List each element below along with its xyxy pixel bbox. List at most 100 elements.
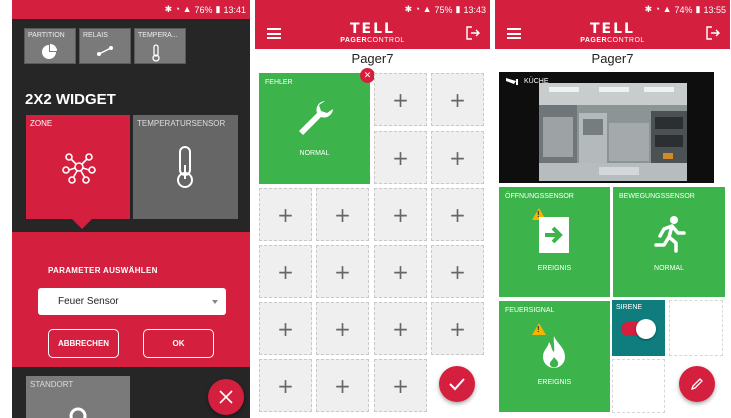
empty-slot[interactable]: +: [316, 245, 369, 298]
empty-slot[interactable]: +: [259, 245, 312, 298]
phone-pager-edit: ✱ ◔ ▲ 75% ▮ 13:43 TELL PAGERCONTROL Page…: [255, 0, 490, 418]
status-icons: ✱ ◔ ▲: [164, 4, 192, 14]
empty-slot[interactable]: +: [374, 245, 427, 298]
wrench-icon: [299, 101, 333, 135]
battery-icon: ▮: [455, 4, 461, 14]
status-icons: ✱ ◔ ▲: [644, 4, 672, 14]
camera-feed-image: [539, 83, 687, 181]
empty-slot: [669, 300, 723, 356]
remove-widget-button[interactable]: ✕: [360, 68, 375, 83]
widget-option-partition[interactable]: PARTITION: [24, 28, 76, 64]
tile-label: TEMPERATURSENSOR: [137, 119, 226, 128]
logo-sub: PAGERCONTROL: [340, 36, 405, 45]
empty-slot[interactable]: +: [374, 188, 427, 241]
phone-widget-config: ✱ ◔ ▲ 76% ▮ 13:41 PARTITION RELAIS TEMPE…: [12, 0, 250, 418]
empty-slot[interactable]: +: [431, 131, 484, 184]
warning-icon: !: [532, 323, 546, 335]
widget-option-standort[interactable]: STANDORT: [26, 376, 130, 418]
location-pin-icon: [69, 407, 87, 418]
empty-slot[interactable]: +: [431, 302, 484, 355]
tile-status: EREIGNIS: [537, 265, 572, 272]
camera-tile-kueche[interactable]: KÜCHE: [499, 72, 714, 183]
widget-option-zone[interactable]: ZONE: [26, 115, 130, 219]
empty-slot[interactable]: +: [316, 302, 369, 355]
status-bar: ✱ ◔ ▲ 74% ▮ 13:55: [495, 0, 730, 19]
widget-option-label: TEMPERA...: [138, 32, 178, 39]
sensor-tile-bewegungssensor[interactable]: BEWEGUNGSSENSOR NORMAL: [613, 187, 725, 297]
menu-icon[interactable]: [507, 28, 521, 39]
battery-icon: ▮: [695, 4, 701, 14]
empty-slot[interactable]: +: [259, 359, 312, 412]
empty-slot[interactable]: +: [374, 302, 427, 355]
tile-label: BEWEGUNGSSENSOR: [619, 193, 695, 200]
logout-icon[interactable]: [466, 26, 480, 40]
edit-button[interactable]: [679, 366, 715, 402]
logo-sub-bold: PAGER: [580, 37, 608, 44]
zone-tile-fehler[interactable]: FEHLER NORMAL: [259, 73, 370, 184]
thermometer-icon: [177, 146, 193, 188]
plus-icon: +: [392, 145, 409, 170]
edit-icon: [690, 378, 703, 391]
tell-logo: TELL PAGERCONTROL: [580, 22, 645, 45]
plus-icon: +: [334, 373, 351, 398]
plus-icon: +: [392, 202, 409, 227]
app-bar: TELL PAGERCONTROL: [495, 19, 730, 49]
status-icons: ✱ ◔ ▲: [404, 4, 432, 14]
parameter-select[interactable]: Feuer Sensor: [38, 288, 226, 315]
sirene-tile[interactable]: SIRENE: [612, 300, 665, 356]
dialog-title: PARAMETER AUSWÄHLEN: [48, 266, 158, 275]
logo-sub: PAGERCONTROL: [580, 36, 645, 45]
empty-slot[interactable]: +: [431, 188, 484, 241]
relay-icon: [97, 46, 113, 56]
tile-status: NORMAL: [654, 265, 684, 272]
ok-button[interactable]: OK: [143, 329, 214, 358]
plus-icon: +: [277, 202, 294, 227]
empty-slot[interactable]: +: [374, 359, 427, 412]
close-button[interactable]: [208, 379, 244, 415]
plus-icon: +: [392, 373, 409, 398]
plus-icon: +: [334, 259, 351, 284]
tile-label: ZONE: [30, 119, 53, 128]
empty-slot[interactable]: +: [316, 188, 369, 241]
sensor-tile-feuersignal[interactable]: FEUERSIGNAL ! EREIGNIS: [499, 301, 610, 412]
dialog-pointer: [72, 219, 92, 229]
clock: 13:43: [463, 4, 486, 15]
empty-slot[interactable]: +: [259, 302, 312, 355]
logout-icon[interactable]: [706, 26, 720, 40]
widget-option-temperatur[interactable]: TEMPERA...: [134, 28, 186, 64]
battery-level: 75%: [434, 4, 453, 15]
sensor-tile-oeffnungssensor[interactable]: ÖFFNUNGSSENSOR ! EREIGNIS: [499, 187, 610, 297]
plus-icon: +: [449, 259, 466, 284]
empty-slot[interactable]: +: [259, 188, 312, 241]
camera-icon: [506, 78, 518, 85]
chevron-down-icon: [212, 300, 218, 304]
logo-sub-rest: CONTROL: [607, 37, 645, 44]
widget-option-relais[interactable]: RELAIS: [79, 28, 131, 64]
page-title: Pager7: [351, 51, 394, 66]
tile-label: FEHLER: [265, 79, 293, 86]
thermometer-icon: [152, 44, 160, 62]
pie-chart-icon: [42, 44, 57, 59]
plus-icon: +: [449, 87, 466, 112]
plus-icon: +: [277, 316, 294, 341]
sirene-toggle[interactable]: [621, 319, 656, 339]
parameter-dialog: PARAMETER AUSWÄHLEN Feuer Sensor ABBRECH…: [12, 232, 250, 367]
check-icon: [449, 378, 465, 391]
cancel-button[interactable]: ABBRECHEN: [48, 329, 119, 358]
tile-status: NORMAL: [299, 150, 330, 157]
empty-slot[interactable]: +: [316, 359, 369, 412]
empty-slot[interactable]: +: [431, 73, 484, 126]
confirm-button[interactable]: [439, 366, 475, 402]
battery-icon: ▮: [215, 4, 221, 14]
close-icon: ✕: [363, 70, 372, 80]
widget-option-label: RELAIS: [83, 32, 108, 39]
tile-label: ÖFFNUNGSSENSOR: [505, 193, 574, 200]
empty-slot[interactable]: +: [374, 73, 427, 126]
logo-main: TELL: [350, 21, 395, 37]
clock: 13:55: [703, 4, 726, 15]
menu-icon[interactable]: [267, 28, 281, 39]
widget-option-temperatursensor[interactable]: TEMPERATURSENSOR: [133, 115, 238, 219]
empty-slot[interactable]: +: [374, 131, 427, 184]
empty-slot[interactable]: +: [431, 245, 484, 298]
empty-slot: [612, 359, 665, 413]
